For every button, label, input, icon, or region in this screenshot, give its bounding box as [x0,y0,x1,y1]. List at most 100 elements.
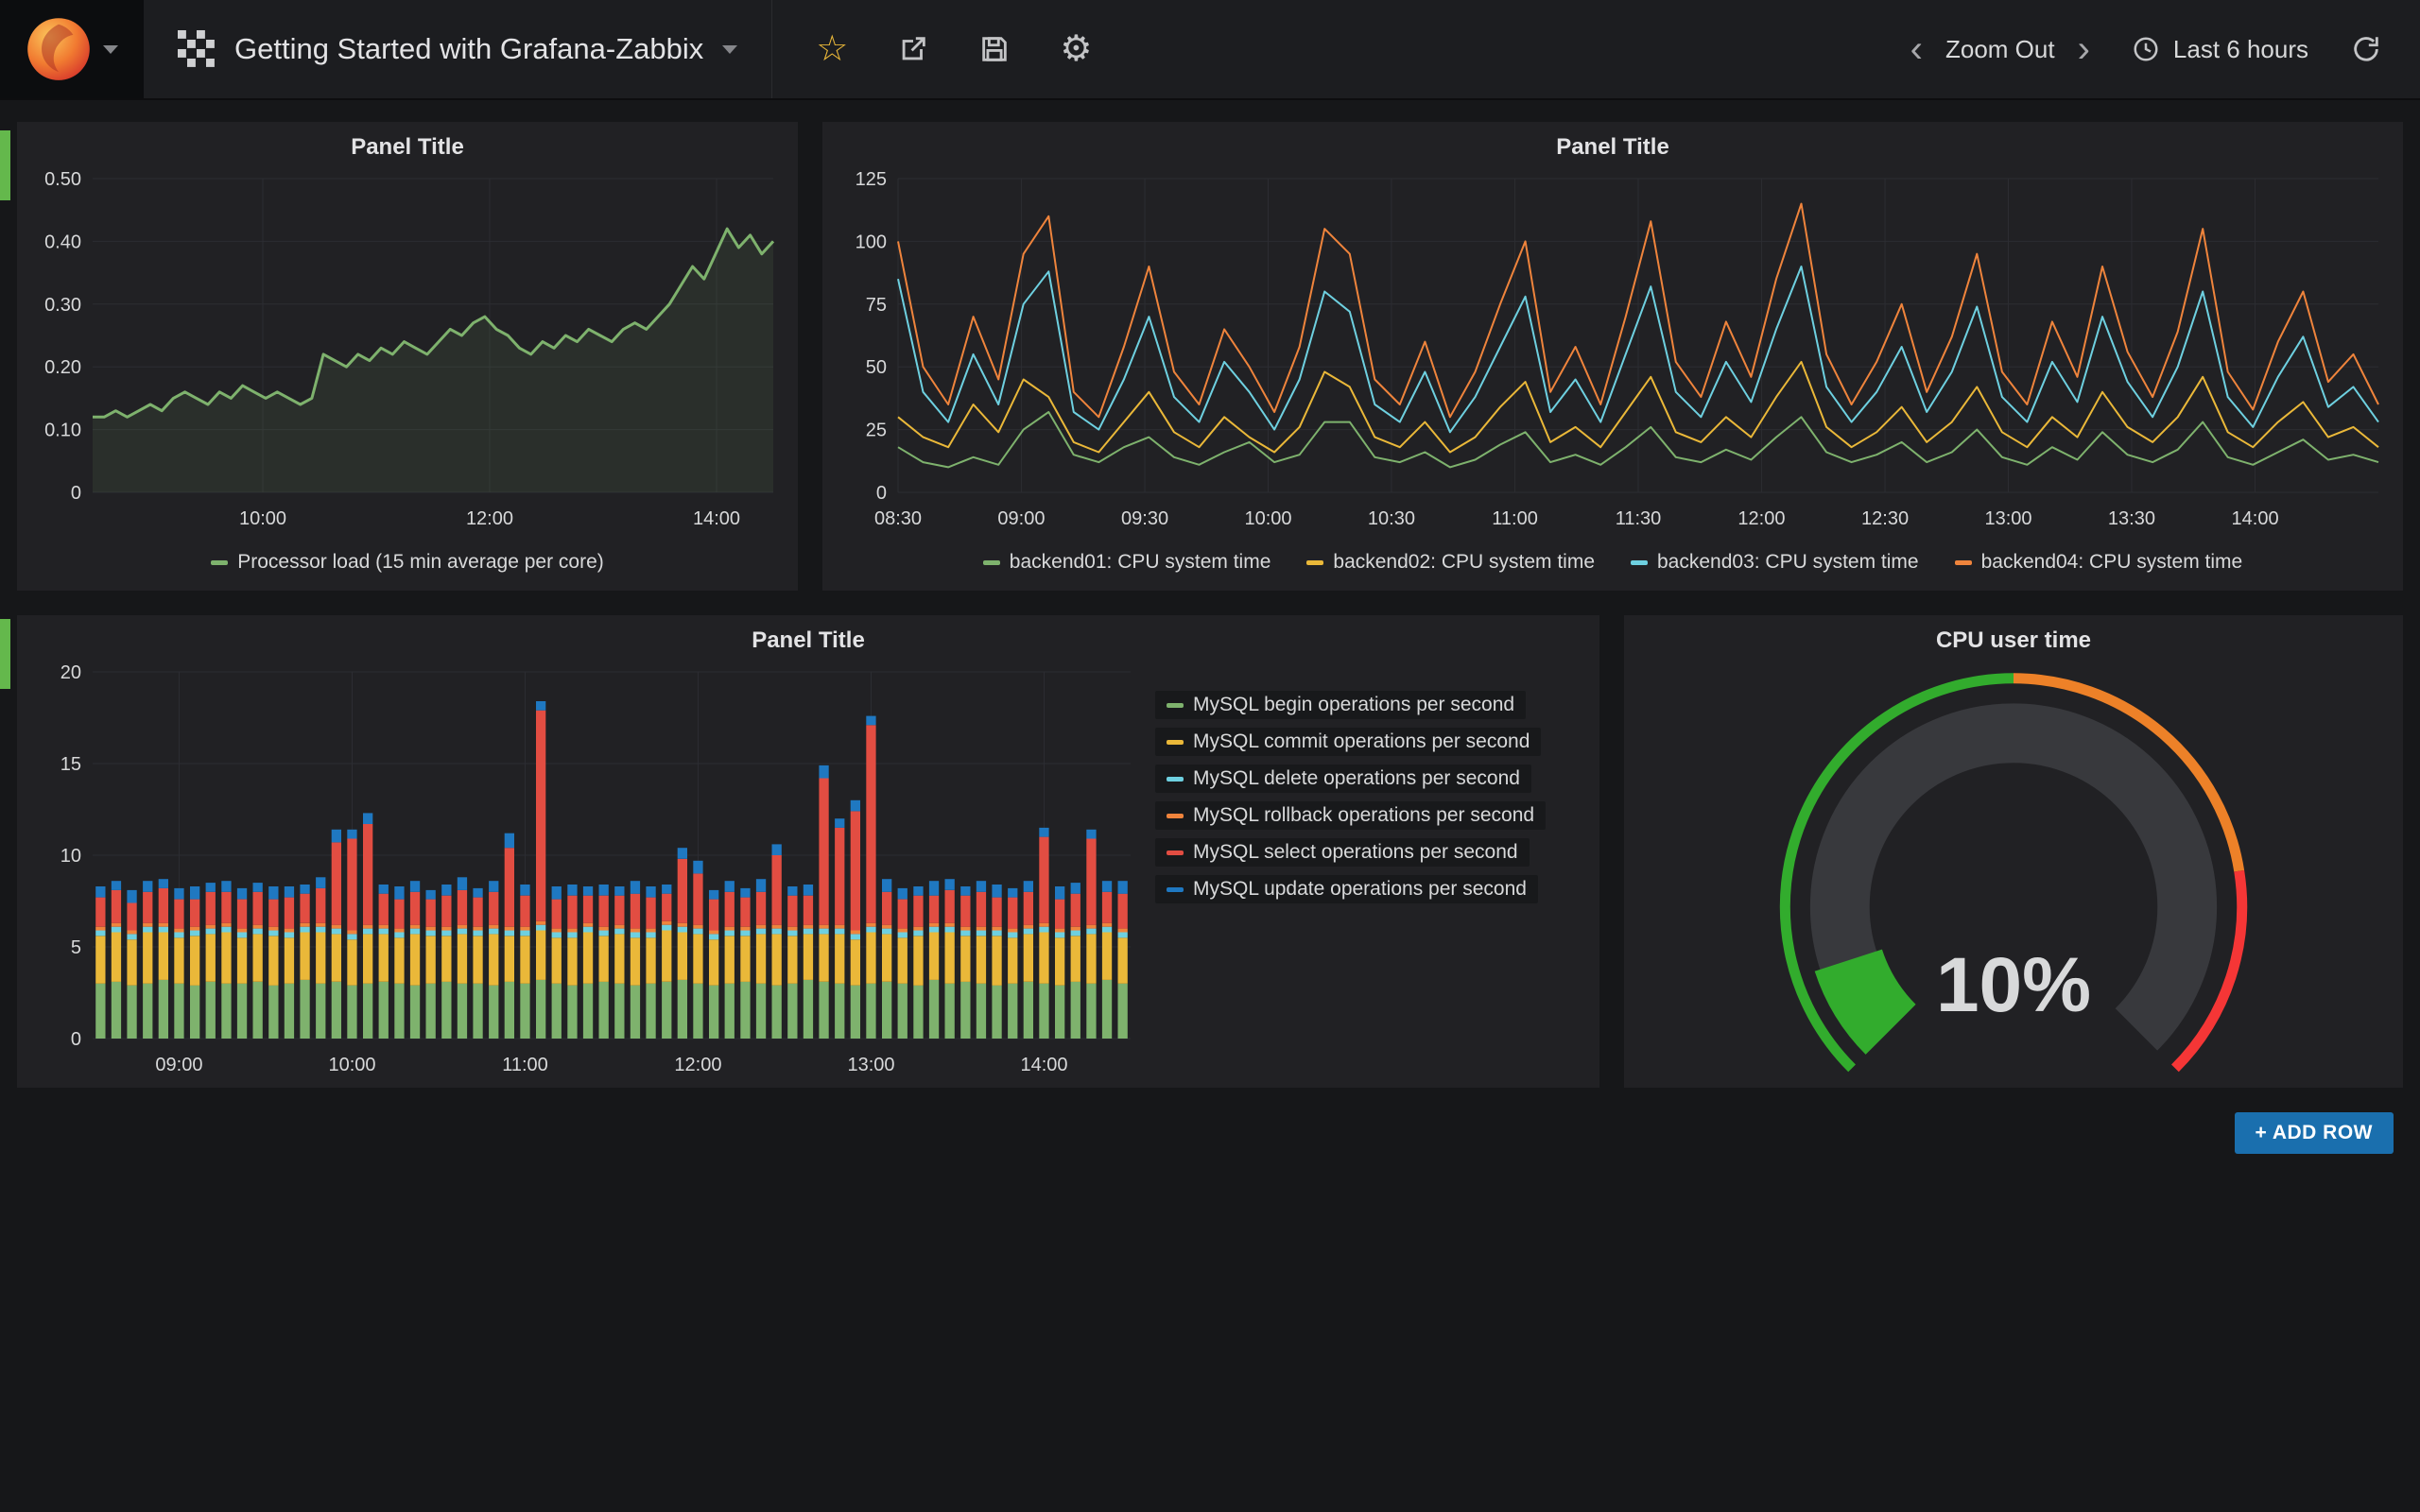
svg-text:10: 10 [60,846,81,867]
legend-series-name: Processor load (15 min average per core) [237,551,604,574]
legend-item[interactable]: backend02: CPU system time [1306,551,1595,574]
legend-color-dash [1167,777,1184,782]
refresh-icon [2350,33,2382,65]
svg-text:09:00: 09:00 [155,1055,202,1075]
panel-title[interactable]: Panel Title [17,122,798,163]
cpu-system-time-chart[interactable]: 08:30 09:00 09:30 10:00 10:30 11:00 11:30 12:00… [822,163,2403,541]
svg-text:12:30: 12:30 [1861,508,1909,529]
svg-text:50: 50 [866,357,887,378]
dashboard-canvas: Panel Title 10:0012:0014:0000.100.200.30… [0,98,2420,1154]
svg-text:11:30: 11:30 [1616,508,1662,529]
svg-text:125: 125 [856,169,887,190]
share-icon [897,33,929,65]
legend-series-name: MySQL select operations per second [1193,841,1518,864]
svg-text:0.10: 0.10 [44,421,81,441]
legend-series-name: backend02: CPU system time [1333,551,1595,574]
svg-text:14:00: 14:00 [693,508,740,529]
legend-item[interactable]: Processor load (15 min average per core) [211,551,604,574]
svg-text:15: 15 [60,754,81,775]
svg-text:0: 0 [876,483,887,504]
legend-item[interactable]: MySQL rollback operations per second [1155,801,1546,830]
panel-processor-load: Panel Title 10:0012:0014:0000.100.200.30… [17,122,798,591]
time-range-label: Last 6 hours [2173,35,2308,64]
dashboard-picker[interactable]: Getting Started with Grafana-Zabbix [144,0,771,98]
svg-text:5: 5 [71,937,81,958]
cpu-user-time-gauge: 10% [1624,657,2403,1088]
cpu-system-time-chart-svg: 08:30 09:00 09:30 10:00 10:30 11:00 11:30 12:00… [822,163,2403,541]
add-row-button[interactable]: + ADD ROW [2235,1112,2394,1154]
svg-text:12:00: 12:00 [674,1055,721,1075]
svg-text:0.40: 0.40 [44,232,81,252]
legend-color-dash [1167,887,1184,892]
svg-text:14:00: 14:00 [2232,508,2279,529]
share-dashboard-button[interactable] [897,33,929,65]
legend-series-name: backend01: CPU system time [1010,551,1271,574]
save-dashboard-button[interactable] [978,33,1011,65]
panel-title[interactable]: Panel Title [822,122,2403,163]
legend-series-name: MySQL update operations per second [1193,878,1527,901]
row-menu-handle[interactable] [0,619,10,689]
chart-legend: backend01: CPU system time backend02: CPU… [822,541,2403,591]
svg-text:14:00: 14:00 [1021,1055,1068,1075]
legend-item[interactable]: backend03: CPU system time [1631,551,1919,574]
svg-text:11:00: 11:00 [1492,508,1538,529]
time-shift-forward-button[interactable]: › [2078,34,2090,64]
svg-text:12:00: 12:00 [466,508,513,529]
processor-load-chart[interactable]: 10:0012:0014:0000.100.200.300.400.50 [17,163,798,541]
legend-series-name: backend04: CPU system time [1981,551,2243,574]
svg-text:13:00: 13:00 [1984,508,2031,529]
chevron-down-icon [722,45,737,54]
add-row-bar: + ADD ROW [17,1112,2403,1154]
panel-title[interactable]: Panel Title [17,615,1599,657]
dashboard-settings-button[interactable]: ⚙ [1060,31,1092,67]
chevron-down-icon [103,45,118,54]
dashboard-row-1: Panel Title 10:0012:0014:0000.100.200.30… [17,122,2403,591]
legend-item[interactable]: MySQL select operations per second [1155,838,1530,867]
svg-text:10:00: 10:00 [239,508,286,529]
legend-item[interactable]: MySQL begin operations per second [1155,691,1526,719]
svg-text:13:00: 13:00 [847,1055,894,1075]
svg-text:13:30: 13:30 [2108,508,2155,529]
top-navbar: Getting Started with Grafana-Zabbix ☆ ⚙ … [0,0,2420,98]
svg-text:0.30: 0.30 [44,295,81,316]
time-shift-back-button[interactable]: ‹ [1910,34,1923,64]
legend-item[interactable]: MySQL commit operations per second [1155,728,1541,756]
legend-color-dash [1167,850,1184,855]
legend-series-name: MySQL commit operations per second [1193,730,1530,753]
svg-text:08:30: 08:30 [874,508,922,529]
legend-series-name: backend03: CPU system time [1657,551,1919,574]
legend-color-dash [211,560,228,565]
legend-item[interactable]: backend01: CPU system time [983,551,1271,574]
grafana-logo-icon [26,16,92,82]
panel-cpu-system-time: Panel Title 08:30 09:00 09:30 10:00 10:30 11:… [822,122,2403,591]
zoom-out-button[interactable]: Zoom Out [1945,35,2055,64]
legend-color-dash [983,560,1000,565]
legend-color-dash [1306,560,1323,565]
svg-text:09:30: 09:30 [1121,508,1168,529]
svg-text:10:00: 10:00 [1244,508,1291,529]
svg-text:10:30: 10:30 [1368,508,1415,529]
panel-cpu-user-time: CPU user time 10% [1624,615,2403,1088]
legend-item[interactable]: MySQL update operations per second [1155,875,1538,903]
legend-item[interactable]: backend04: CPU system time [1955,551,2243,574]
svg-text:0: 0 [71,483,81,504]
processor-load-chart-svg: 10:0012:0014:0000.100.200.300.400.50 [17,163,798,541]
row-menu-handle[interactable] [0,130,10,200]
legend-item[interactable]: MySQL delete operations per second [1155,765,1531,793]
svg-text:25: 25 [866,421,887,441]
panel-title[interactable]: CPU user time [1624,615,2403,657]
svg-text:09:00: 09:00 [997,508,1045,529]
time-controls: ‹ Zoom Out › Last 6 hours [1910,33,2420,65]
legend-series-name: MySQL begin operations per second [1193,694,1514,716]
mysql-operations-chart[interactable]: 09:0010:0011:0012:0013:0014:0005101520 [17,657,1155,1088]
clock-icon [2132,35,2160,63]
legend-series-name: MySQL rollback operations per second [1193,804,1534,827]
svg-text:100: 100 [856,232,887,252]
grafana-menu-button[interactable] [0,0,144,98]
star-dashboard-button[interactable]: ☆ [816,31,848,67]
legend-color-dash [1631,560,1648,565]
svg-text:12:00: 12:00 [1737,508,1785,529]
mysql-operations-chart-svg: 09:0010:0011:0012:0013:0014:0005101520 [17,657,1155,1088]
time-range-picker-button[interactable]: Last 6 hours [2132,35,2308,64]
refresh-button[interactable] [2350,33,2382,65]
